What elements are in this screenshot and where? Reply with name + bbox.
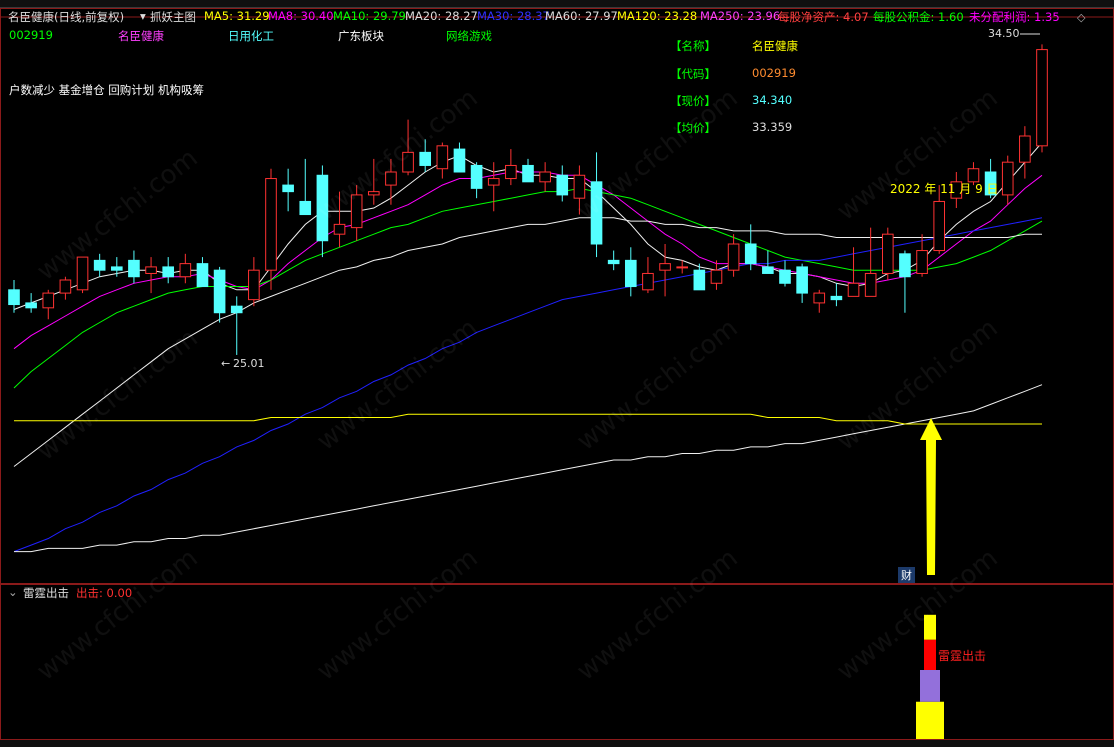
ma-legend-item: MA20: 28.27	[405, 9, 478, 23]
ma-legend-item: 每股净资产: 4.07	[778, 10, 869, 24]
candle-body-down	[624, 259, 637, 288]
candle-body-up	[864, 272, 877, 297]
candle-body-down	[453, 148, 466, 173]
candle-body-down	[744, 243, 757, 265]
sub-collapse-icon[interactable]: ⌄	[8, 585, 18, 599]
fin-marker[interactable]: 财	[898, 567, 915, 583]
tag-name: 名臣健康	[118, 29, 164, 43]
candle-body-up	[248, 269, 260, 301]
ma-legend-item: MA5: 31.29	[204, 9, 270, 23]
signal-bar-segment	[916, 701, 944, 739]
sub-panel-title[interactable]: 雷霆出击	[23, 585, 69, 601]
candle-body-up	[145, 266, 157, 274]
collapse-icon[interactable]: ▾	[140, 9, 146, 23]
settings-diamond-icon[interactable]: ◇	[1077, 11, 1085, 24]
candle-body-down	[556, 174, 569, 196]
stock-title: 名臣健康(日线,前复权)	[8, 10, 125, 24]
candle-body-down	[8, 289, 20, 306]
info-code-value: 002919	[752, 66, 796, 80]
candle-body-down	[213, 269, 226, 314]
signal-bar-segment	[924, 639, 936, 670]
candle-body-up	[333, 223, 346, 235]
ma-legend-item: MA250: 23.96	[700, 9, 781, 23]
tag-region: 广东板块	[338, 29, 384, 43]
signal-arrow	[920, 418, 942, 575]
candle-body-down	[230, 305, 243, 314]
ma-legend-item: 每股公积金: 1.60	[873, 10, 964, 24]
candle-body-down	[522, 164, 534, 183]
candle-body-up	[1036, 49, 1048, 147]
candle-body-down	[299, 200, 312, 216]
candle-body-down	[282, 184, 294, 193]
candle-body-up	[539, 171, 551, 183]
ma-legend-item: MA120: 23.28	[617, 9, 698, 23]
candle-body-up	[42, 292, 55, 309]
info-price-value: 34.340	[752, 93, 793, 107]
candle-body-up	[265, 178, 277, 271]
candle-body-up	[179, 263, 192, 278]
ma-legend-item: MA60: 27.97	[545, 9, 618, 23]
candle-body-up	[881, 233, 894, 274]
candle-body-down	[762, 266, 774, 274]
signal-label: 雷霆出击	[938, 649, 987, 663]
candle-body-down	[830, 295, 843, 301]
candle-body-down	[110, 266, 123, 271]
candle-body-down	[93, 259, 106, 271]
candle-body-up	[847, 282, 860, 297]
candle-body-down	[162, 266, 175, 278]
candle-body-down	[128, 259, 140, 278]
candle-body-up	[727, 243, 740, 271]
ma-legend-item: MA10: 29.79	[333, 9, 406, 23]
ma-legend-item: MA30: 28.37	[477, 9, 550, 23]
tag-industry: 日用化工	[228, 29, 274, 43]
tag-code: 002919	[9, 28, 53, 42]
candle-body-up	[1001, 161, 1014, 196]
candle-body-down	[779, 269, 791, 284]
indicator-name[interactable]: 抓妖主图	[150, 9, 196, 25]
bottom-strip	[0, 740, 1114, 747]
candle-body-up	[813, 292, 826, 304]
signal-bar-segment	[920, 670, 940, 702]
candle-body-up	[916, 250, 928, 274]
info-code-label: 【代码】	[670, 67, 716, 81]
candle-body-up	[933, 200, 946, 252]
high-price-label: 34.50	[988, 27, 1020, 40]
ma-legend-item: 未分配利润: 1.35	[969, 10, 1060, 24]
low-price-label: 25.01	[233, 357, 265, 370]
candle-body-up	[659, 263, 671, 271]
tag-flags: 户数减少 基金增仓 回购计划 机构吸筹	[9, 83, 204, 97]
candle-body-down	[899, 253, 911, 278]
candle-body-up	[436, 145, 449, 170]
candle-body-down	[25, 302, 37, 309]
ma-legend-item: MA8: 30.40	[268, 9, 334, 23]
top-menu-strip[interactable]	[0, 0, 1114, 8]
candle-body-up	[487, 178, 500, 186]
candle-body-down	[196, 263, 209, 288]
candle-body-down	[607, 259, 620, 265]
info-name-value: 名臣健康	[752, 39, 798, 53]
low-price-arrow: ←	[221, 357, 231, 370]
candle-body-up	[710, 269, 723, 284]
candle-body-down	[470, 164, 483, 189]
info-avg-value: 33.359	[752, 120, 793, 134]
candle-body-up	[59, 279, 72, 294]
candle-body-down	[796, 266, 808, 294]
info-name-label: 【名称】	[670, 39, 716, 53]
candle-body-up	[642, 272, 654, 291]
candle-body-up	[676, 266, 689, 269]
candle-body-down	[693, 269, 706, 291]
candle-body-up	[505, 164, 517, 180]
candle-body-up	[1019, 135, 1031, 163]
tag-concept: 网络游戏	[446, 29, 492, 43]
